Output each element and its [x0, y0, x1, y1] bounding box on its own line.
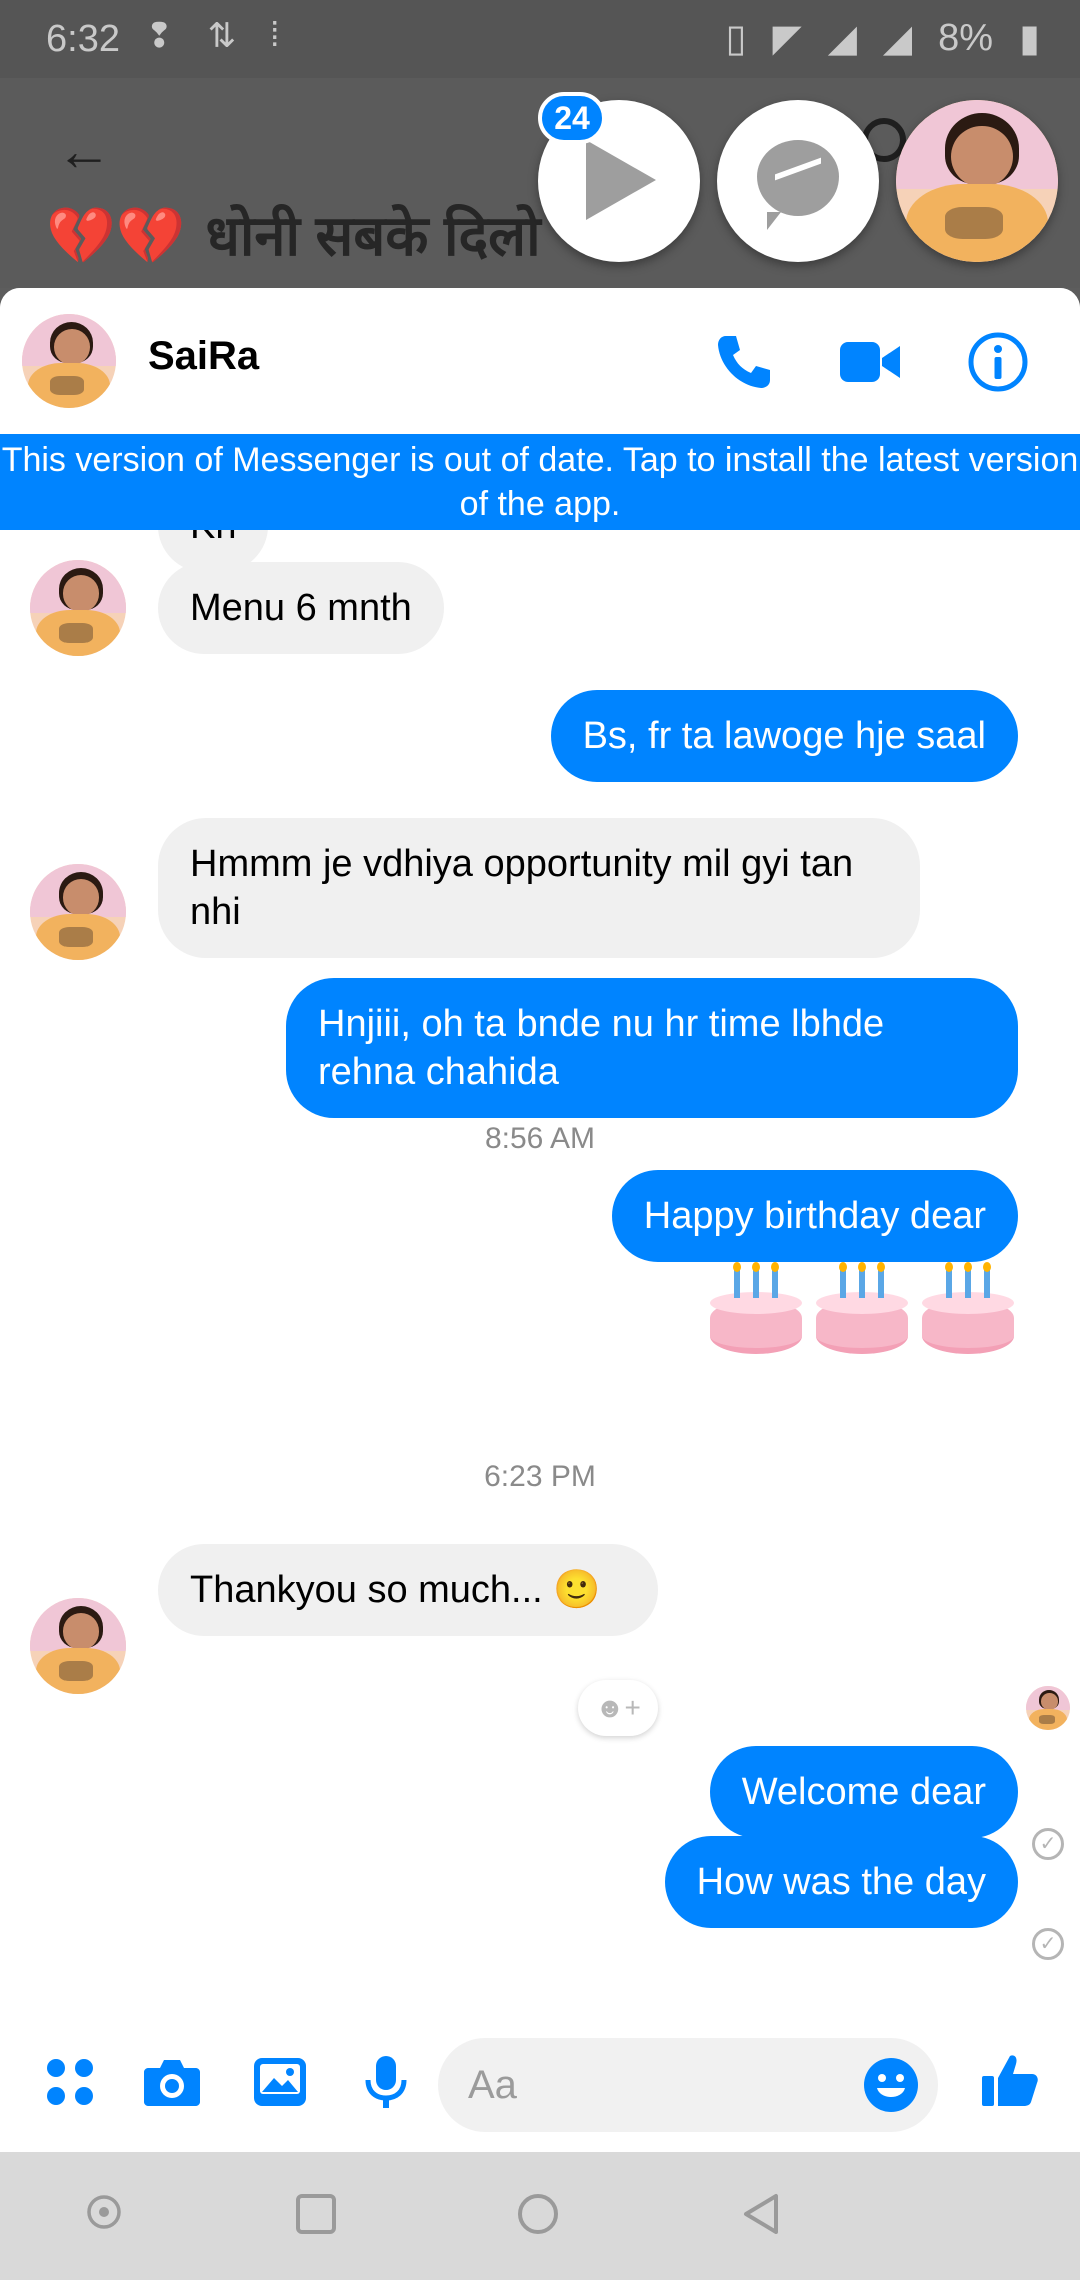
- info-icon[interactable]: [966, 330, 1030, 394]
- sender-avatar: [30, 1598, 126, 1694]
- back-icon[interactable]: [740, 2192, 784, 2236]
- message-input[interactable]: [468, 2038, 828, 2132]
- avatar: [896, 100, 1058, 262]
- message-bubble-outgoing[interactable]: Welcome dear: [709, 1746, 1018, 1838]
- message-bubble-outgoing[interactable]: Hnjiii, oh ta bnde nu hr time lbhde rehn…: [286, 978, 1018, 1118]
- status-right: ▯ ◤ ◢ ◢ 8% ▮: [726, 16, 1040, 61]
- wifi-icon: ◤: [772, 18, 802, 60]
- background-title-text: धोनी सबके दिलो: [205, 204, 541, 267]
- message-bubble-incoming[interactable]: Menu 6 mnth: [158, 562, 444, 654]
- sender-avatar: [30, 560, 126, 656]
- thumbs-up-icon[interactable]: [978, 2048, 1042, 2112]
- data-transfer-icon: ⇅: [207, 17, 237, 55]
- update-banner[interactable]: This version of Messenger is out of date…: [0, 434, 1080, 530]
- contact-name[interactable]: SaiRa: [148, 334, 259, 379]
- birthday-cake-icon: [816, 1262, 908, 1354]
- sender-avatar: [30, 864, 126, 960]
- home-icon[interactable]: [516, 2192, 560, 2236]
- assistant-icon[interactable]: [84, 2192, 124, 2232]
- camera-icon[interactable]: [142, 2052, 202, 2112]
- messenger-window: SaiRa This version of Messenger is out o…: [0, 288, 1080, 2152]
- add-reaction-button[interactable]: ☻+: [578, 1680, 658, 1736]
- notification-icon: ❢: [145, 17, 174, 55]
- message-composer: [0, 2012, 1080, 2152]
- notification-icons: ❢ ⇅ ⁞: [145, 16, 279, 56]
- message-bubble-outgoing[interactable]: Bs, fr ta lawoge hje saal: [550, 690, 1018, 782]
- signal-icon-2: ◢: [882, 18, 913, 60]
- birthday-cake-icon: [922, 1262, 1014, 1354]
- message-bubble-incoming[interactable]: Thankyou so much... 🙂: [158, 1544, 658, 1636]
- status-time: 6:32: [46, 18, 120, 60]
- seen-avatar: [1026, 1686, 1070, 1730]
- play-icon: [586, 140, 656, 220]
- birthday-cake-icon: [710, 1262, 802, 1354]
- background-title: 💔💔 धोनी सबके दिलो: [46, 196, 541, 272]
- cake-emojis[interactable]: [710, 1262, 1014, 1354]
- timestamp: 6:23 PM: [484, 1460, 596, 1493]
- emoji-icon[interactable]: [862, 2056, 920, 2114]
- sent-check-icon: ✓: [1032, 1828, 1064, 1860]
- contact-chat-head[interactable]: [896, 100, 1058, 262]
- gallery-icon[interactable]: [250, 2052, 310, 2112]
- messenger-icon: [757, 140, 839, 230]
- signal-icon: ◢: [827, 18, 857, 60]
- dots-icon: ⁞: [270, 16, 280, 54]
- video-camera-icon[interactable]: [838, 330, 902, 394]
- microphone-icon[interactable]: [356, 2052, 416, 2112]
- unread-badge: 24: [538, 92, 606, 144]
- messenger-chat-head[interactable]: [717, 100, 879, 262]
- recents-icon[interactable]: [294, 2192, 338, 2236]
- navigation-bar: [0, 2152, 1080, 2280]
- conversation-header: SaiRa: [0, 288, 1080, 434]
- broken-hearts: 💔💔: [46, 204, 186, 267]
- battery-percent: 8%: [938, 17, 994, 59]
- vibrate-icon: ▯: [725, 18, 747, 60]
- message-bubble-outgoing[interactable]: Happy birthday dear: [611, 1170, 1018, 1262]
- timestamp: 8:56 AM: [484, 1122, 596, 1155]
- message-bubble-outgoing[interactable]: How was the day: [664, 1836, 1018, 1928]
- message-list[interactable]: Kh Menu 6 mnth Bs, fr ta lawoge hje saal…: [0, 530, 1080, 2012]
- message-bubble-incoming[interactable]: Hmmm je vdhiya opportunity mil gyi tan n…: [158, 818, 920, 958]
- message-input-container[interactable]: [438, 2038, 938, 2132]
- contact-avatar[interactable]: [22, 314, 116, 408]
- battery-icon: ▮: [1019, 18, 1040, 60]
- phone-icon[interactable]: [712, 330, 776, 394]
- sent-check-icon: ✓: [1032, 1928, 1064, 1960]
- back-arrow-icon[interactable]: ←: [56, 118, 112, 183]
- apps-icon[interactable]: [40, 2052, 100, 2112]
- status-bar: 6:32 ❢ ⇅ ⁞ ▯ ◤ ◢ ◢ 8% ▮: [0, 0, 1080, 78]
